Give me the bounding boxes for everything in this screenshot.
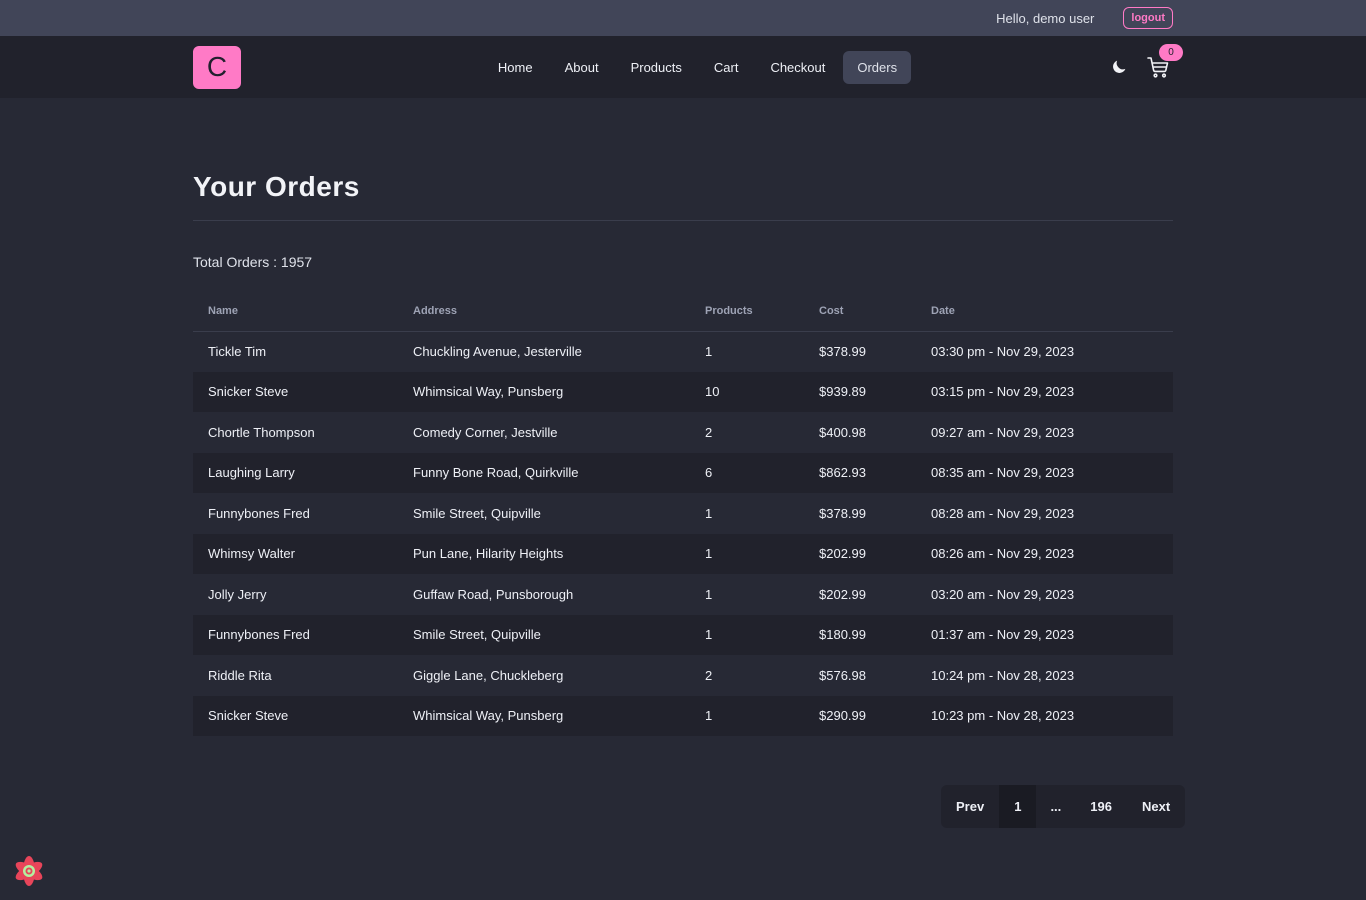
greeting-text: Hello, demo user — [996, 10, 1095, 26]
cart-button[interactable]: 0 — [1146, 44, 1183, 79]
cell-date: 08:26 am - Nov 29, 2023 — [931, 546, 1075, 562]
cell-products: 2 — [705, 424, 713, 440]
prev-button[interactable]: Prev — [941, 785, 999, 828]
cell-date: 03:15 pm - Nov 29, 2023 — [931, 384, 1075, 400]
devtools-icon[interactable] — [12, 854, 46, 888]
total-orders-text: Total Orders : 1957 — [193, 254, 313, 270]
page-ellipsis: ... — [1050, 799, 1062, 814]
table-body: Tickle Tim Chuckling Avenue, Jesterville 1… — [193, 331, 1173, 736]
next-button[interactable]: Next — [1127, 785, 1185, 828]
cart-icon — [1146, 57, 1170, 83]
cell-cost: $378.99 — [819, 505, 866, 521]
cell-name: Chortle Thompson — [208, 424, 315, 440]
cell-name: Funnybones Fred — [208, 627, 310, 643]
nav-link-checkout[interactable]: Checkout — [756, 51, 839, 84]
table-row: Chortle Thompson Comedy Corner, Jestville… — [193, 412, 1173, 453]
cell-address: Smile Street, Quipville — [413, 627, 541, 643]
cell-name: Snicker Steve — [208, 708, 289, 724]
cell-name: Tickle Tim — [208, 344, 267, 359]
cell-date: 10:24 pm - Nov 28, 2023 — [931, 667, 1075, 683]
cell-address: Comedy Corner, Jestville — [413, 424, 558, 440]
logout-button[interactable]: logout — [1123, 7, 1173, 29]
header-products: Products — [690, 291, 804, 332]
cell-products: 6 — [705, 465, 713, 481]
cell-name: Funnybones Fred — [208, 505, 310, 521]
page-button-196[interactable]: 196 — [1075, 785, 1127, 828]
table-header-row: Name Address Products Cost Date — [193, 291, 1173, 332]
cell-cost: $400.98 — [819, 424, 866, 440]
cell-date: 03:30 pm - Nov 29, 2023 — [931, 344, 1075, 359]
cell-address: Funny Bone Road, Quirkville — [413, 465, 579, 481]
table-row: Riddle Rita Giggle Lane, Chuckleberg 2 $576… — [193, 655, 1173, 696]
cell-name: Whimsy Walter — [208, 546, 295, 562]
cell-products: 1 — [705, 546, 713, 562]
logo[interactable]: C — [193, 45, 241, 89]
cell-date: 01:37 am - Nov 29, 2023 — [931, 627, 1075, 643]
cell-cost: $378.99 — [819, 344, 866, 359]
header-date: Date — [916, 291, 1173, 332]
cart-count-badge: 0 — [1158, 44, 1183, 61]
cell-cost: $202.99 — [819, 586, 866, 602]
table-row: Laughing Larry Funny Bone Road, Quirkvill… — [193, 452, 1173, 493]
nav-link-orders[interactable]: Orders — [843, 50, 912, 84]
table-row: Snicker Steve Whimsical Way, Punsberg 10 $9… — [193, 371, 1173, 412]
page-button-1[interactable]: 1 — [999, 785, 1037, 828]
cell-name: Jolly Jerry — [208, 586, 267, 602]
cell-products: 1 — [705, 586, 713, 602]
header-address: Address — [398, 291, 690, 332]
cell-products: 1 — [705, 505, 713, 521]
cell-cost: $290.99 — [819, 708, 866, 724]
cell-cost: $180.99 — [819, 627, 866, 643]
cell-name: Laughing Larry — [208, 465, 295, 481]
cell-products: 1 — [705, 344, 713, 359]
cell-products: 1 — [705, 708, 713, 724]
cell-cost: $576.98 — [819, 667, 866, 683]
nav-link-cart[interactable]: Cart — [700, 51, 753, 84]
cell-date: 03:20 am - Nov 29, 2023 — [931, 586, 1075, 602]
cell-cost: $202.99 — [819, 546, 866, 562]
cell-address: Pun Lane, Hilarity Heights — [413, 546, 564, 562]
header-name: Name — [193, 291, 398, 332]
top-bar: Hello, demo user logout — [0, 0, 1366, 36]
cell-products: 2 — [705, 667, 713, 683]
table-row: Snicker Steve Whimsical Way, Punsberg 1 $29… — [193, 695, 1173, 736]
cell-cost: $939.89 — [819, 384, 866, 400]
navbar: C Home About Products Cart Checkout Orde… — [0, 36, 1366, 98]
cell-address: Whimsical Way, Punsberg — [413, 384, 564, 400]
cell-name: Riddle Rita — [208, 667, 272, 683]
table-row: Funnybones Fred Smile Street, Quipville 1 $… — [193, 614, 1173, 655]
cell-address: Guffaw Road, Punsborough — [413, 586, 574, 602]
orders-table: Name Address Products Cost Date Tickle T… — [193, 291, 1173, 736]
cell-date: 08:35 am - Nov 29, 2023 — [931, 465, 1075, 481]
cell-name: Snicker Steve — [208, 384, 289, 400]
nav-links: Home About Products Cart Checkout Orders — [484, 50, 912, 84]
page-title: Your Orders — [193, 171, 1173, 221]
header-cost: Cost — [804, 291, 916, 332]
moon-icon[interactable] — [1110, 58, 1128, 76]
pagination: Prev 1 ... 196 Next — [941, 785, 1186, 828]
cell-date: 08:28 am - Nov 29, 2023 — [931, 505, 1075, 521]
main-content: Your Orders Total Orders : 1957 Name Add… — [193, 98, 1173, 736]
cell-products: 1 — [705, 627, 713, 643]
cell-address: Giggle Lane, Chuckleberg — [413, 667, 564, 683]
nav-link-about[interactable]: About — [551, 51, 613, 84]
cell-products: 10 — [705, 384, 720, 400]
table-row: Whimsy Walter Pun Lane, Hilarity Heights 1… — [193, 533, 1173, 574]
cell-date: 10:23 pm - Nov 28, 2023 — [931, 708, 1075, 724]
cell-cost: $862.93 — [819, 465, 866, 481]
nav-link-home[interactable]: Home — [484, 51, 547, 84]
table-row: Jolly Jerry Guffaw Road, Punsborough 1 $202… — [193, 574, 1173, 615]
cell-address: Whimsical Way, Punsberg — [413, 708, 564, 724]
table-row: Funnybones Fred Smile Street, Quipville 1 $… — [193, 493, 1173, 534]
table-row: Tickle Tim Chuckling Avenue, Jesterville 1… — [193, 331, 1173, 372]
nav-link-products[interactable]: Products — [617, 51, 696, 84]
cell-address: Chuckling Avenue, Jesterville — [413, 344, 582, 359]
cell-date: 09:27 am - Nov 29, 2023 — [931, 424, 1075, 440]
cell-address: Smile Street, Quipville — [413, 505, 541, 521]
